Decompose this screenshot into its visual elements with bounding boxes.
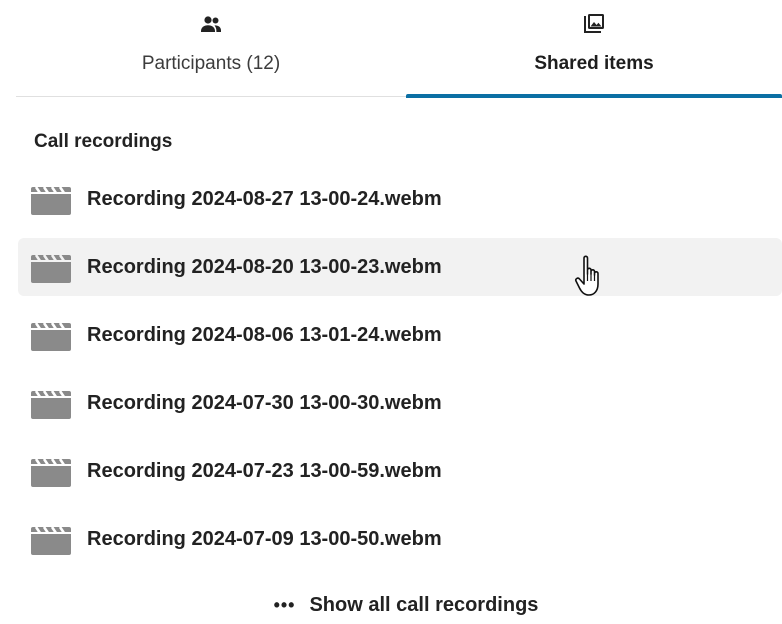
recording-item[interactable]: Recording 2024-08-27 13-00-24.webm (18, 170, 782, 228)
video-file-icon (31, 254, 71, 283)
people-icon (201, 16, 221, 32)
video-file-icon (31, 322, 71, 351)
recording-name: Recording 2024-07-23 13-00-59.webm (87, 459, 442, 482)
recordings-list: Recording 2024-08-27 13-00-24.webm Recor… (18, 170, 782, 578)
active-tab-indicator (406, 94, 782, 98)
recording-name: Recording 2024-07-30 13-00-30.webm (87, 391, 442, 414)
video-file-icon (31, 458, 71, 487)
video-file-icon (31, 526, 71, 555)
recording-item[interactable]: Recording 2024-07-30 13-00-30.webm (18, 374, 782, 432)
video-file-icon (31, 186, 71, 215)
photo-library-icon (584, 14, 604, 33)
recording-item[interactable]: Recording 2024-08-06 13-01-24.webm (18, 306, 782, 364)
recording-name: Recording 2024-08-27 13-00-24.webm (87, 187, 442, 210)
recording-item[interactable]: Recording 2024-07-09 13-00-50.webm (18, 510, 782, 568)
tab-shared-items[interactable]: Shared items (406, 0, 782, 98)
recording-item[interactable]: Recording 2024-07-23 13-00-59.webm (18, 442, 782, 500)
sidebar-tabs: Participants (12) Shared items (16, 0, 782, 98)
video-file-icon (31, 390, 71, 419)
shared-items-panel: Participants (12) Shared items Call reco… (0, 0, 782, 624)
tab-participants[interactable]: Participants (12) (16, 0, 406, 96)
show-all-label: Show all call recordings (309, 594, 539, 616)
section-title: Call recordings (34, 131, 173, 152)
recording-name: Recording 2024-08-20 13-00-23.webm (87, 255, 442, 278)
recording-item[interactable]: Recording 2024-08-20 13-00-23.webm (18, 238, 782, 296)
recording-name: Recording 2024-08-06 13-01-24.webm (87, 323, 442, 346)
show-all-recordings-button[interactable]: ••• Show all call recordings (0, 594, 782, 617)
tab-shared-items-label: Shared items (534, 53, 654, 74)
more-horizontal-icon: ••• (273, 595, 296, 615)
tab-participants-label: Participants (12) (141, 53, 281, 74)
recording-name: Recording 2024-07-09 13-00-50.webm (87, 527, 442, 550)
